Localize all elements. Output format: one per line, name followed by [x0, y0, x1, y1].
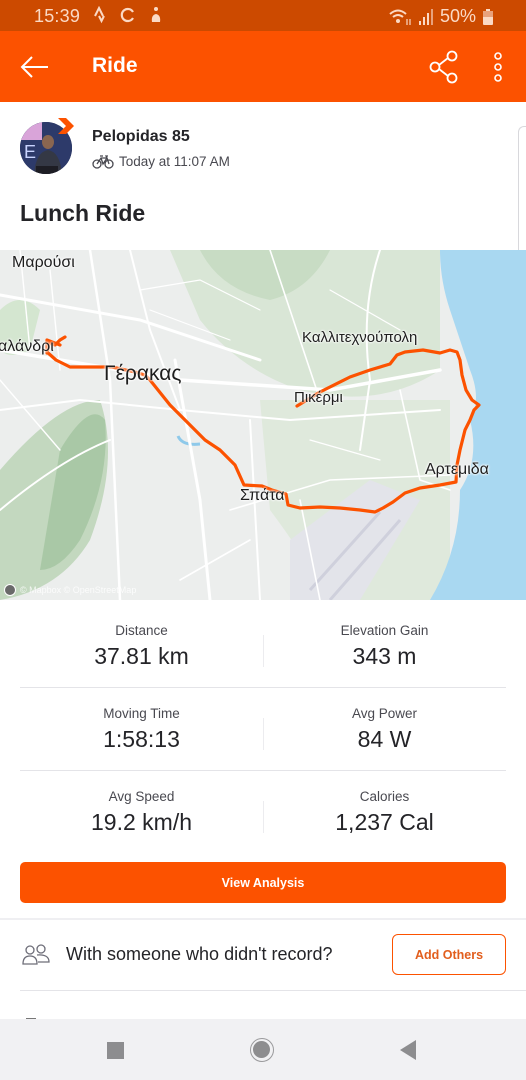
more-vertical-icon [494, 52, 502, 82]
system-back-button[interactable] [400, 1040, 416, 1060]
share-icon [429, 50, 458, 84]
stat-label: Elevation Gain [340, 623, 429, 638]
sync-icon [120, 7, 134, 23]
info-icon[interactable] [4, 584, 16, 596]
activity-meta: Today at 11:07 AM [92, 154, 230, 169]
map-canvas [0, 250, 526, 600]
accessibility-icon [151, 7, 161, 22]
stat-value: 1,237 Cal [335, 809, 434, 835]
stat-value: 1:58:13 [103, 726, 180, 752]
stat-calories: Calories 1,237 Cal [263, 771, 506, 854]
stat-elevation-gain: Elevation Gain 343 m [263, 605, 506, 687]
more-options-button[interactable] [488, 49, 508, 85]
map-label-gerakas: Γέρακας [104, 362, 182, 385]
signal-icon [418, 8, 433, 25]
stats-row: Moving Time 1:58:13 Avg Power 84 W [20, 688, 506, 771]
route-map[interactable]: Μαρούσι αλάνδρι Γέρακας Καλλιτεχνούπολη … [0, 250, 526, 600]
stat-avg-speed: Avg Speed 19.2 km/h [20, 771, 263, 854]
stat-value: 37.81 km [94, 643, 189, 669]
page-title: Ride [92, 54, 138, 77]
map-label-marousi: Μαρούσι [12, 254, 75, 271]
app-bar: Ride [0, 31, 526, 102]
stat-label: Avg Speed [108, 789, 175, 804]
subscriber-badge-icon [58, 118, 74, 134]
system-nav-bar [0, 1019, 526, 1080]
status-bar: 15:39 50% [0, 0, 526, 31]
activity-title: Lunch Ride [20, 200, 146, 226]
arrow-left-icon [20, 56, 48, 78]
home-button[interactable] [250, 1038, 274, 1062]
stat-divider [263, 801, 264, 833]
map-label-chalandri: αλάνδρι [0, 338, 54, 355]
with-others-prompt: With someone who didn't record? [66, 944, 333, 964]
stats-row: Distance 37.81 km Elevation Gain 343 m [20, 605, 506, 688]
stat-divider [263, 635, 264, 667]
map-label-pikermi: Πικέρμι [294, 389, 343, 406]
map-label-spata: Σπάτα [240, 487, 285, 504]
attribution-text: © Mapbox © OpenStreetMap [20, 585, 137, 595]
stat-label: Calories [359, 789, 410, 804]
map-label-kallitechnoupoli: Καλλιτεχνούπολη [302, 329, 418, 346]
stat-value: 84 W [357, 726, 412, 752]
activity-timestamp: Today at 11:07 AM [119, 154, 230, 169]
stat-distance: Distance 37.81 km [20, 605, 263, 687]
stat-label: Avg Power [351, 706, 418, 721]
status-time: 15:39 [34, 6, 81, 26]
notification-icons [92, 6, 164, 24]
view-analysis-button[interactable]: View Analysis [20, 862, 506, 903]
add-others-row: With someone who didn't record? Add Othe… [0, 920, 526, 990]
status-right: 50% [388, 6, 494, 27]
add-others-button[interactable]: Add Others [392, 934, 506, 975]
athlete-header: E Pelopidas 85 Today at 11:07 AM [20, 118, 440, 176]
group-icon [22, 944, 50, 965]
share-button[interactable] [426, 49, 462, 85]
athlete-name[interactable]: Pelopidas 85 [92, 128, 190, 146]
stat-label: Distance [115, 623, 168, 638]
svg-text:E: E [24, 142, 36, 162]
map-attribution[interactable]: © Mapbox © OpenStreetMap [4, 584, 136, 596]
stat-label: Moving Time [103, 706, 180, 721]
recent-apps-button[interactable] [107, 1042, 124, 1059]
section-divider [20, 990, 526, 991]
map-label-artemida: Αρτεμιδα [425, 461, 489, 478]
battery-icon [483, 8, 493, 25]
stat-divider [263, 718, 264, 750]
stats-grid: Distance 37.81 km Elevation Gain 343 m M… [20, 605, 506, 854]
stat-moving-time: Moving Time 1:58:13 [20, 688, 263, 770]
stat-value: 343 m [352, 643, 417, 669]
stat-avg-power: Avg Power 84 W [263, 688, 506, 770]
stats-row: Avg Speed 19.2 km/h Calories 1,237 Cal [20, 771, 506, 854]
battery-percent: 50% [439, 6, 476, 26]
back-button[interactable] [18, 51, 52, 83]
strava-notification-icon [94, 6, 105, 24]
bike-icon [92, 154, 114, 169]
stat-value: 19.2 km/h [91, 809, 192, 835]
wifi-icon [389, 9, 411, 25]
